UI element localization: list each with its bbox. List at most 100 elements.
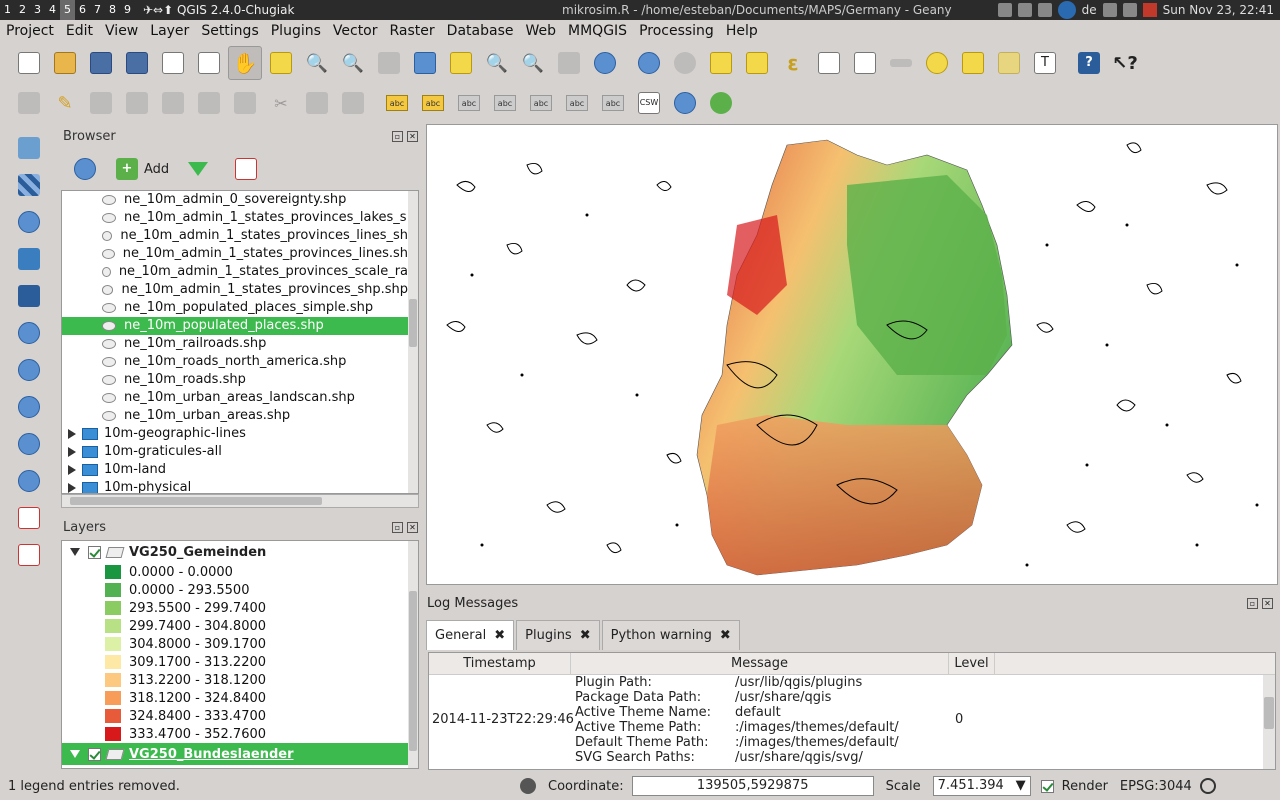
menu-plugins[interactable]: Plugins [265,20,327,42]
zoom-to-selection-button[interactable] [444,46,478,80]
clock[interactable]: Sun Nov 23, 22:41 [1163,3,1274,17]
layer-row[interactable]: VG250_Gemeinden [62,541,418,563]
browser-file-item[interactable]: ne_10m_roads.shp [62,371,408,389]
node-tool-button[interactable] [192,86,226,120]
text-annotation-button[interactable]: T [1028,46,1062,80]
second-window-title[interactable]: mikrosim.R - /home/esteban/Documents/MAP… [562,3,952,17]
map-canvas[interactable] [426,124,1278,585]
layer-name[interactable]: VG250_Gemeinden [129,545,266,560]
crs-globe-icon[interactable] [1199,778,1216,794]
layer-visibility-checkbox[interactable] [88,545,101,559]
workspace-switcher[interactable]: 123456789 [0,0,135,20]
legend-entry[interactable]: 309.1700 - 313.2200 [62,653,418,671]
measure-button[interactable] [884,46,918,80]
georeferencer-button[interactable] [668,86,702,120]
map-tips-button[interactable] [920,46,954,80]
zoom-tool-button[interactable] [704,86,738,120]
save-as-button[interactable] [120,46,154,80]
whats-this-button[interactable]: ↖? [1108,46,1142,80]
browser-file-item[interactable]: ne_10m_admin_1_states_provinces_lines_sh [62,227,408,245]
tab-general[interactable]: General ✖ [426,620,515,650]
layer-row-selected[interactable]: VG250_Bundeslaender [62,743,418,765]
rotate-label-button[interactable]: abc [560,86,594,120]
close-panel-icon[interactable]: ✕ [407,521,418,533]
browser-file-item[interactable]: ne_10m_urban_areas.shp [62,407,408,425]
column-header[interactable]: Timestamp [429,653,571,674]
pin-labels-button[interactable]: abc [452,86,486,120]
browser-refresh-button[interactable] [68,152,102,186]
identify-button[interactable] [632,46,666,80]
zoom-to-layer-button[interactable]: 🔍 [480,46,514,80]
copy-features-button[interactable] [300,86,334,120]
float-panel-icon[interactable]: ▫ [392,521,403,533]
crs-status[interactable]: EPSG:3044 [1120,779,1192,794]
pan-to-selection-button[interactable] [264,46,298,80]
coordinate-toggle-icon[interactable] [520,778,536,794]
close-tab-icon[interactable]: ✖ [580,628,591,643]
browser-file-item[interactable]: ne_10m_railroads.shp [62,335,408,353]
menu-database[interactable]: Database [441,20,520,42]
browser-folder-item[interactable]: 10m-graticules-all [62,443,408,461]
delete-selected-button[interactable] [228,86,262,120]
browser-tree[interactable]: ne_10m_admin_0_sovereignty.shp ne_10m_adm… [61,190,419,494]
tab-plugins[interactable]: Plugins ✖ [516,620,600,650]
deselect-button[interactable] [740,46,774,80]
add-postgis-layer-button[interactable] [15,208,43,236]
menu-edit[interactable]: Edit [60,20,99,42]
settings-icon[interactable] [1102,3,1117,17]
composer-manager-button[interactable] [192,46,226,80]
expression-select-button[interactable]: ε [776,46,810,80]
zoom-next-button[interactable] [552,46,586,80]
browser-horizontal-scrollbar[interactable] [61,494,419,508]
hp-icon[interactable] [1057,1,1076,19]
browser-file-item[interactable]: ne_10m_admin_1_states_provinces_lakes_s [62,209,408,227]
browser-folder-item[interactable]: 10m-land [62,461,408,479]
add-vector-layer-button[interactable] [15,134,43,162]
float-panel-icon[interactable]: ▫ [1247,598,1258,609]
expand-arrow-icon[interactable] [70,548,80,556]
show-bookmarks-button[interactable] [992,46,1026,80]
legend-entry[interactable]: 324.8400 - 333.4700 [62,707,418,725]
add-wfs-layer-button[interactable] [15,430,43,458]
layers-vertical-scrollbar[interactable] [408,541,418,768]
expand-arrow-icon[interactable] [68,447,76,457]
select-features-button[interactable] [704,46,738,80]
field-calculator-button[interactable] [848,46,882,80]
menu-web[interactable]: Web [519,20,562,42]
open-project-button[interactable] [48,46,82,80]
tab-python-warning[interactable]: Python warning ✖ [601,620,740,650]
browser-add-button[interactable]: + Add [116,158,169,180]
add-wms-layer-button[interactable] [15,356,43,384]
close-panel-icon[interactable]: ✕ [407,130,418,142]
legend-entry[interactable]: 0.0000 - 0.0000 [62,563,418,581]
toggle-editing-button[interactable]: ✎ [48,86,82,120]
browser-file-item[interactable]: ne_10m_admin_0_sovereignty.shp [62,191,408,209]
volume-icon[interactable] [1122,3,1137,17]
gmail-icon[interactable] [1142,3,1157,17]
new-print-composer-button[interactable] [156,46,190,80]
legend-entry[interactable]: 299.7400 - 304.8000 [62,617,418,635]
zoom-full-button[interactable] [408,46,442,80]
new-spatialite-button[interactable] [15,541,43,569]
browser-file-item[interactable]: ne_10m_admin_1_states_provinces_shp.shp [62,281,408,299]
zoom-native-button[interactable] [372,46,406,80]
browser-collapse-button[interactable] [229,152,263,186]
expand-arrow-icon[interactable] [68,465,76,475]
expand-arrow-icon[interactable] [68,429,76,439]
move-feature-button[interactable] [156,86,190,120]
cut-features-button[interactable]: ✂ [264,86,298,120]
workspace-3[interactable]: 3 [30,0,45,20]
workspace-8[interactable]: 8 [105,0,120,20]
close-tab-icon[interactable]: ✖ [720,628,731,643]
label-options-button[interactable]: abc [416,86,450,120]
menu-processing[interactable]: Processing [633,20,720,42]
render-checkbox[interactable] [1040,779,1054,793]
attribute-table-button[interactable] [812,46,846,80]
save-project-button[interactable] [84,46,118,80]
workspace-2[interactable]: 2 [15,0,30,20]
network-icon[interactable] [997,3,1012,17]
browser-folder-item[interactable]: 10m-physical [62,479,408,493]
scroll-thumb[interactable] [409,591,417,751]
hscroll-thumb[interactable] [70,497,322,505]
browser-filter-button[interactable] [181,152,215,186]
